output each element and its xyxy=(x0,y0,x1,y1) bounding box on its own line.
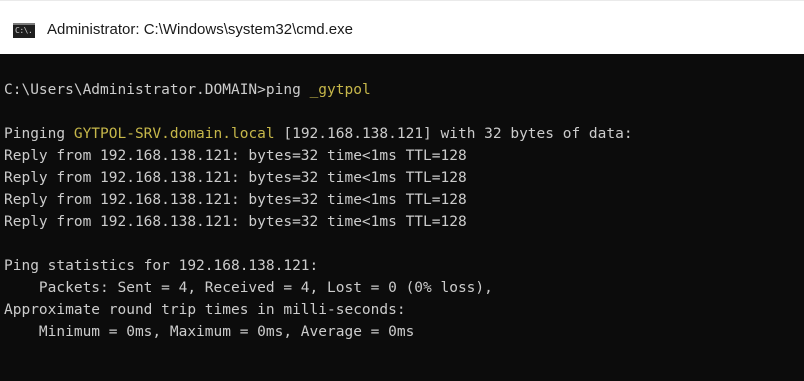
cmd-icon-glyph: C:\. xyxy=(15,26,33,35)
prompt-text: C:\Users\Administrator.DOMAIN> xyxy=(4,82,266,98)
cmd-window: C:\. Administrator: C:\Windows\system32\… xyxy=(0,0,804,381)
reply-line: Reply from 192.168.138.121: bytes=32 tim… xyxy=(4,192,467,208)
command-line: C:\Users\Administrator.DOMAIN>ping _gytp… xyxy=(4,79,371,101)
cmd-icon: C:\. xyxy=(13,23,35,38)
console-output[interactable]: C:\Users\Administrator.DOMAIN>ping _gytp… xyxy=(0,54,804,381)
pinging-prefix: Pinging xyxy=(4,126,74,142)
reply-line: Reply from 192.168.138.121: bytes=32 tim… xyxy=(4,148,467,164)
command-text: ping xyxy=(265,82,310,98)
pinging-suffix: [192.168.138.121] with 32 bytes of data: xyxy=(274,126,633,142)
reply-line: Reply from 192.168.138.121: bytes=32 tim… xyxy=(4,214,467,230)
pinging-host: GYTPOL-SRV.domain.local xyxy=(73,126,275,142)
title-bar[interactable]: C:\. Administrator: C:\Windows\system32\… xyxy=(0,0,804,54)
stats-header: Ping statistics for 192.168.138.121: xyxy=(4,258,319,274)
reply-line: Reply from 192.168.138.121: bytes=32 tim… xyxy=(4,170,467,186)
pinging-line: Pinging GYTPOL-SRV.domain.local [192.168… xyxy=(4,123,633,145)
window-title: Administrator: C:\Windows\system32\cmd.e… xyxy=(47,21,353,38)
packets-line: Packets: Sent = 4, Received = 4, Lost = … xyxy=(4,280,493,296)
rtt-header: Approximate round trip times in milli-se… xyxy=(4,302,406,318)
rtt-values: Minimum = 0ms, Maximum = 0ms, Average = … xyxy=(4,324,415,340)
command-argument: _gytpol xyxy=(309,82,371,98)
